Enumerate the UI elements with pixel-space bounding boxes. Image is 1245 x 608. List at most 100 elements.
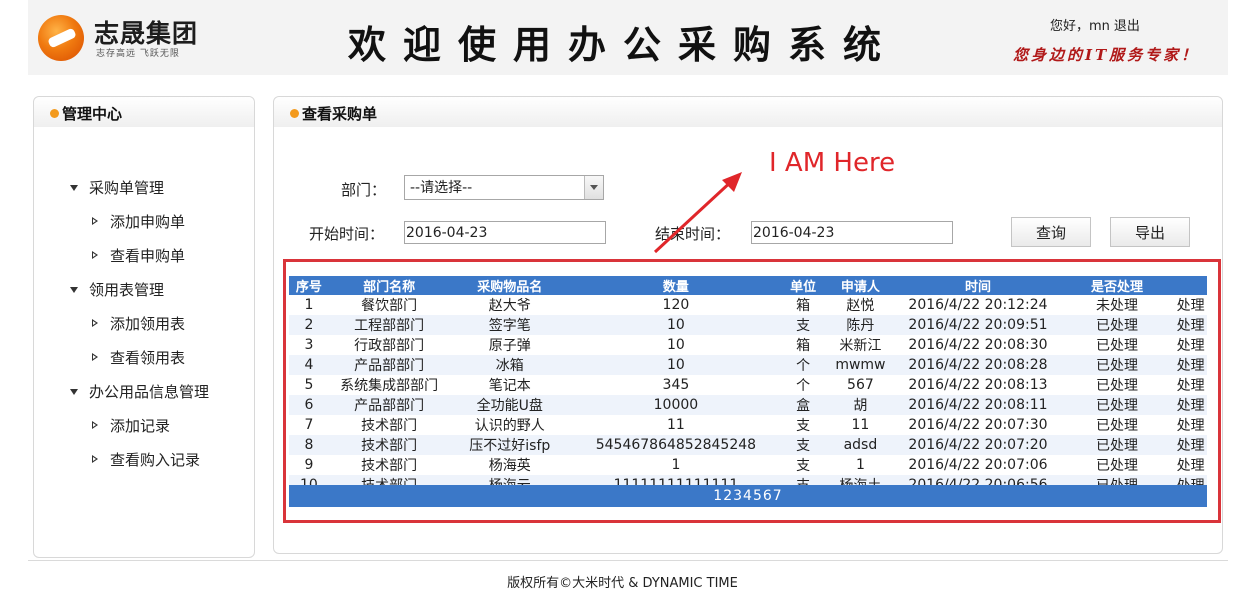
table-cell: 120 — [570, 295, 782, 315]
main-header: 查看采购单 — [274, 97, 1222, 127]
table-cell: 10 — [570, 355, 782, 375]
page-link[interactable]: 7 — [773, 488, 783, 504]
table-cell: 产品部部门 — [328, 395, 450, 415]
table-cell: 1 — [289, 295, 329, 315]
greeting-text: 您好，mn — [1050, 19, 1110, 34]
table-cell: 笔记本 — [449, 375, 571, 395]
table-cell: 行政部部门 — [328, 335, 450, 355]
sidebar-header: 管理中心 — [34, 97, 254, 127]
sidebar-menu: 采购单管理 添加申购单 查看申购单 领用表管理 添加领用表 查看领用表 办公用品… — [34, 171, 209, 477]
nav-item-add-purchase[interactable]: 添加申购单 — [34, 205, 209, 239]
table-row: 4 产品部部门 冰箱 10 个 mwmw 2016/4/22 20:08:28 已处理 处理 — [289, 355, 1207, 375]
column-header: 时间 — [896, 276, 1060, 295]
table-cell: 箱 — [781, 295, 825, 315]
page-link[interactable]: 1 — [713, 488, 723, 504]
table-cell: 原子弹 — [449, 335, 571, 355]
dept-select[interactable]: --请选择-- — [404, 175, 604, 200]
table-cell: 2016/4/22 20:08:30 — [896, 335, 1060, 355]
query-button[interactable]: 查询 — [1011, 217, 1091, 247]
nav-item-view-requisition[interactable]: 查看领用表 — [34, 341, 209, 375]
process-link[interactable]: 处理 — [1174, 395, 1207, 415]
slogan: 您身边的IT服务专家！ — [1013, 46, 1200, 64]
table-cell: 已处理 — [1059, 435, 1175, 455]
nav-item-add-requisition[interactable]: 添加领用表 — [34, 307, 209, 341]
purchase-table: 序号 部门名称 采购物品名 数量 单位 申请人 时间 是否处理 1 餐饮部门 赵大爷 120 箱赵悦 2… — [289, 276, 1207, 495]
table-row: 8 技术部门 压不过好isfp 545467864852845248 支 adsd 2016… — [289, 435, 1207, 455]
page-link[interactable]: 3 — [733, 488, 743, 504]
column-header — [1174, 276, 1207, 295]
page-link[interactable]: 6 — [763, 488, 773, 504]
table-cell: adsd — [824, 435, 897, 455]
caret-right-icon — [92, 319, 98, 327]
table-cell: 冰箱 — [449, 355, 571, 375]
bullet-dot-icon — [50, 109, 59, 118]
table-cell: 2016/4/22 20:08:13 — [896, 375, 1060, 395]
table-cell: 已处理 — [1059, 375, 1175, 395]
table-cell: 10 — [570, 335, 782, 355]
process-link[interactable]: 处理 — [1174, 355, 1207, 375]
page-link[interactable]: 4 — [743, 488, 753, 504]
table-cell: 10000 — [570, 395, 782, 415]
welcome-banner: 欢迎使用办公采购系统 — [348, 22, 899, 67]
nav-group-label: 领用表管理 — [89, 281, 165, 299]
footer-copyright: 版权所有©大米时代 & DYNAMIC TIME — [507, 576, 738, 591]
table-cell: 已处理 — [1059, 395, 1175, 415]
column-header: 采购物品名 — [449, 276, 571, 295]
dept-label: 部门： — [341, 181, 387, 199]
table-cell: 567 — [824, 375, 897, 395]
user-greeting: 您好，mn 退出 — [1046, 15, 1140, 34]
table-cell: 5 — [289, 375, 329, 395]
end-date-input[interactable]: 2016-04-23 — [751, 221, 953, 244]
start-date-input[interactable]: 2016-04-23 — [404, 221, 606, 244]
logout-link[interactable]: 退出 — [1114, 19, 1140, 34]
nav-group-supplies[interactable]: 办公用品信息管理 — [34, 375, 209, 409]
process-link[interactable]: 处理 — [1174, 375, 1207, 395]
process-link[interactable]: 处理 — [1174, 455, 1207, 475]
process-link[interactable]: 处理 — [1174, 295, 1207, 315]
table-cell: 已处理 — [1059, 315, 1175, 335]
footer-divider — [28, 560, 1228, 561]
nav-group-purchase[interactable]: 采购单管理 — [34, 171, 209, 205]
page-link[interactable]: 2 — [723, 488, 733, 504]
process-link[interactable]: 处理 — [1174, 315, 1207, 335]
caret-right-icon — [92, 455, 98, 463]
caret-down-icon — [70, 389, 78, 395]
nav-group-requisition[interactable]: 领用表管理 — [34, 273, 209, 307]
table-cell: 2016/4/22 20:07:06 — [896, 455, 1060, 475]
chevron-down-icon[interactable] — [584, 176, 603, 199]
column-header: 序号 — [289, 276, 329, 295]
process-link[interactable]: 处理 — [1174, 415, 1207, 435]
nav-group-label: 采购单管理 — [89, 179, 165, 197]
logo-subtitle: 志存高远 飞跃无限 — [96, 49, 180, 59]
table-cell: 2016/4/22 20:12:24 — [896, 295, 1060, 315]
table-cell: 工程部部门 — [328, 315, 450, 335]
caret-right-icon — [92, 251, 98, 259]
table-cell: 3 — [289, 335, 329, 355]
nav-item-label: 查看申购单 — [110, 247, 186, 265]
table-cell: 2016/4/22 20:09:51 — [896, 315, 1060, 335]
table-cell: 2 — [289, 315, 329, 335]
table-cell: 已处理 — [1059, 355, 1175, 375]
table-cell: 1 — [570, 455, 782, 475]
nav-item-add-record[interactable]: 添加记录 — [34, 409, 209, 443]
table-cell: 9 — [289, 455, 329, 475]
table-cell: 箱 — [781, 335, 825, 355]
nav-item-label: 查看购入记录 — [110, 451, 201, 469]
annotation-text: I AM Here — [769, 148, 896, 178]
table-cell: 技术部门 — [328, 435, 450, 455]
process-link[interactable]: 处理 — [1174, 335, 1207, 355]
logo-title: 志晟集团 — [94, 19, 199, 48]
table-cell: 2016/4/22 20:08:28 — [896, 355, 1060, 375]
process-link[interactable]: 处理 — [1174, 435, 1207, 455]
nav-item-label: 添加申购单 — [110, 213, 186, 231]
table-cell: 7 — [289, 415, 329, 435]
header: 志晟集团 志存高远 飞跃无限 欢迎使用办公采购系统 您好，mn 退出 您身边的IT… — [28, 0, 1228, 75]
nav-item-view-records[interactable]: 查看购入记录 — [34, 443, 209, 477]
nav-item-view-purchase[interactable]: 查看申购单 — [34, 239, 209, 273]
table-row: 3 行政部部门 原子弹 10 箱米新江 2016/4/22 20:08:30 已处理 处理 — [289, 335, 1207, 355]
table-cell: 345 — [570, 375, 782, 395]
table-row: 2 工程部部门 签字笔 10 支陈丹 2016/4/22 20:09:51 已处理 处理 — [289, 315, 1207, 335]
caret-right-icon — [92, 217, 98, 225]
page-link[interactable]: 5 — [753, 488, 763, 504]
export-button[interactable]: 导出 — [1110, 217, 1190, 247]
